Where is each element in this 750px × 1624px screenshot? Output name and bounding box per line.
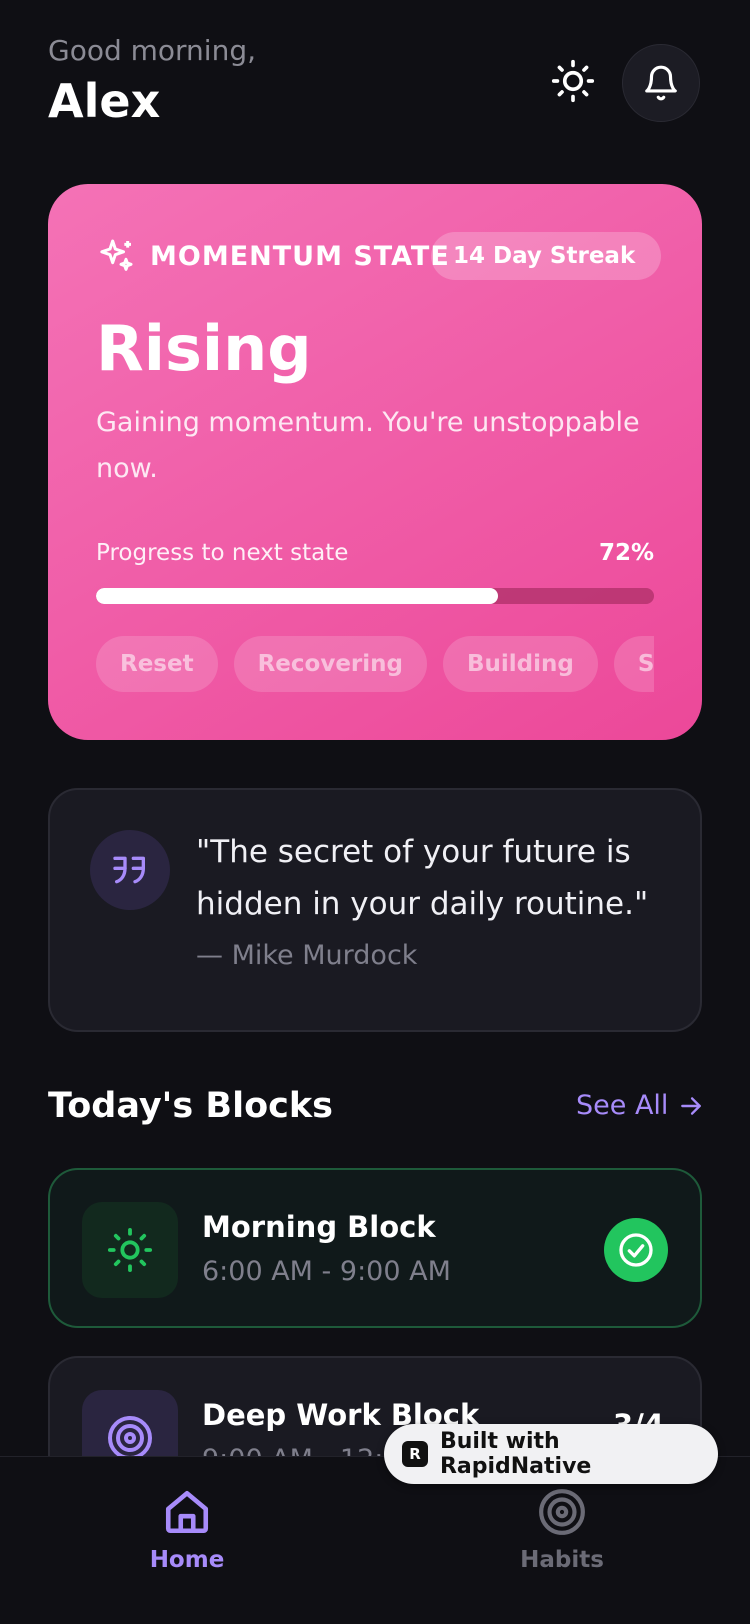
state-chip-steady[interactable]: Steady xyxy=(613,636,654,692)
state-chip-reset[interactable]: Reset xyxy=(96,636,218,692)
quote-card: "The secret of your future is hidden in … xyxy=(48,788,702,1032)
sparkles-icon xyxy=(100,239,133,271)
state-chip-building[interactable]: Building xyxy=(443,636,598,692)
greeting-text: Good morning, xyxy=(48,34,257,67)
theme-toggle-button[interactable] xyxy=(548,56,598,106)
momentum-label-row: MOMENTUM STATE xyxy=(96,236,450,276)
check-circle-icon xyxy=(619,1233,653,1267)
quote-icon xyxy=(113,856,145,884)
home-icon xyxy=(165,1490,209,1534)
quote-author: — Mike Murdock xyxy=(196,940,418,971)
momentum-state: Rising xyxy=(96,312,312,385)
quote-icon-wrap xyxy=(90,830,170,910)
sun-icon xyxy=(107,1227,153,1273)
block-card-morning[interactable]: Morning Block 6:00 AM - 9:00 AM xyxy=(48,1168,702,1328)
block-time: 6:00 AM - 9:00 AM xyxy=(202,1256,451,1287)
state-chip-recovering[interactable]: Recovering xyxy=(233,636,427,692)
momentum-description: Gaining momentum. You're unstoppable now… xyxy=(96,407,640,484)
block-icon-wrap xyxy=(82,1202,178,1298)
progress-bar xyxy=(96,588,654,604)
completed-badge xyxy=(604,1218,668,1282)
built-with-text: Built with RapidNative xyxy=(439,1429,592,1479)
home-screen: Good morning, Alex MOMENTUM STATE 14 Day… xyxy=(0,0,750,1624)
nav-label-home: Home xyxy=(149,1547,225,1573)
state-chips: Reset Recovering Building Steady xyxy=(96,636,654,692)
progress-label: Progress to next state xyxy=(96,540,349,566)
bell-icon xyxy=(645,65,677,101)
built-with-badge[interactable]: R Built with RapidNative xyxy=(384,1424,718,1484)
momentum-label: MOMENTUM STATE xyxy=(150,240,450,272)
arrow-right-icon xyxy=(681,1096,702,1115)
rapidnative-logo-icon: R xyxy=(402,1441,428,1467)
nav-item-home[interactable]: Home xyxy=(87,1487,287,1573)
target-icon xyxy=(539,1489,585,1535)
see-all-label: See All xyxy=(576,1090,669,1121)
section-title-blocks: Today's Blocks xyxy=(48,1086,333,1126)
quote-text: "The secret of your future is hidden in … xyxy=(196,834,649,922)
user-name: Alex xyxy=(48,74,161,128)
notifications-button[interactable] xyxy=(622,44,700,122)
sun-icon xyxy=(551,59,595,103)
see-all-link[interactable]: See All xyxy=(576,1090,704,1121)
progress-bar-fill xyxy=(96,588,498,604)
nav-item-habits[interactable]: Habits xyxy=(462,1487,662,1573)
target-icon xyxy=(108,1416,152,1460)
momentum-card[interactable]: MOMENTUM STATE 14 Day Streak Rising Gain… xyxy=(48,184,702,740)
nav-label-habits: Habits xyxy=(520,1547,604,1573)
progress-percent: 72% xyxy=(598,540,654,566)
streak-badge: 14 Day Streak xyxy=(431,232,661,280)
block-name: Morning Block xyxy=(202,1210,436,1244)
